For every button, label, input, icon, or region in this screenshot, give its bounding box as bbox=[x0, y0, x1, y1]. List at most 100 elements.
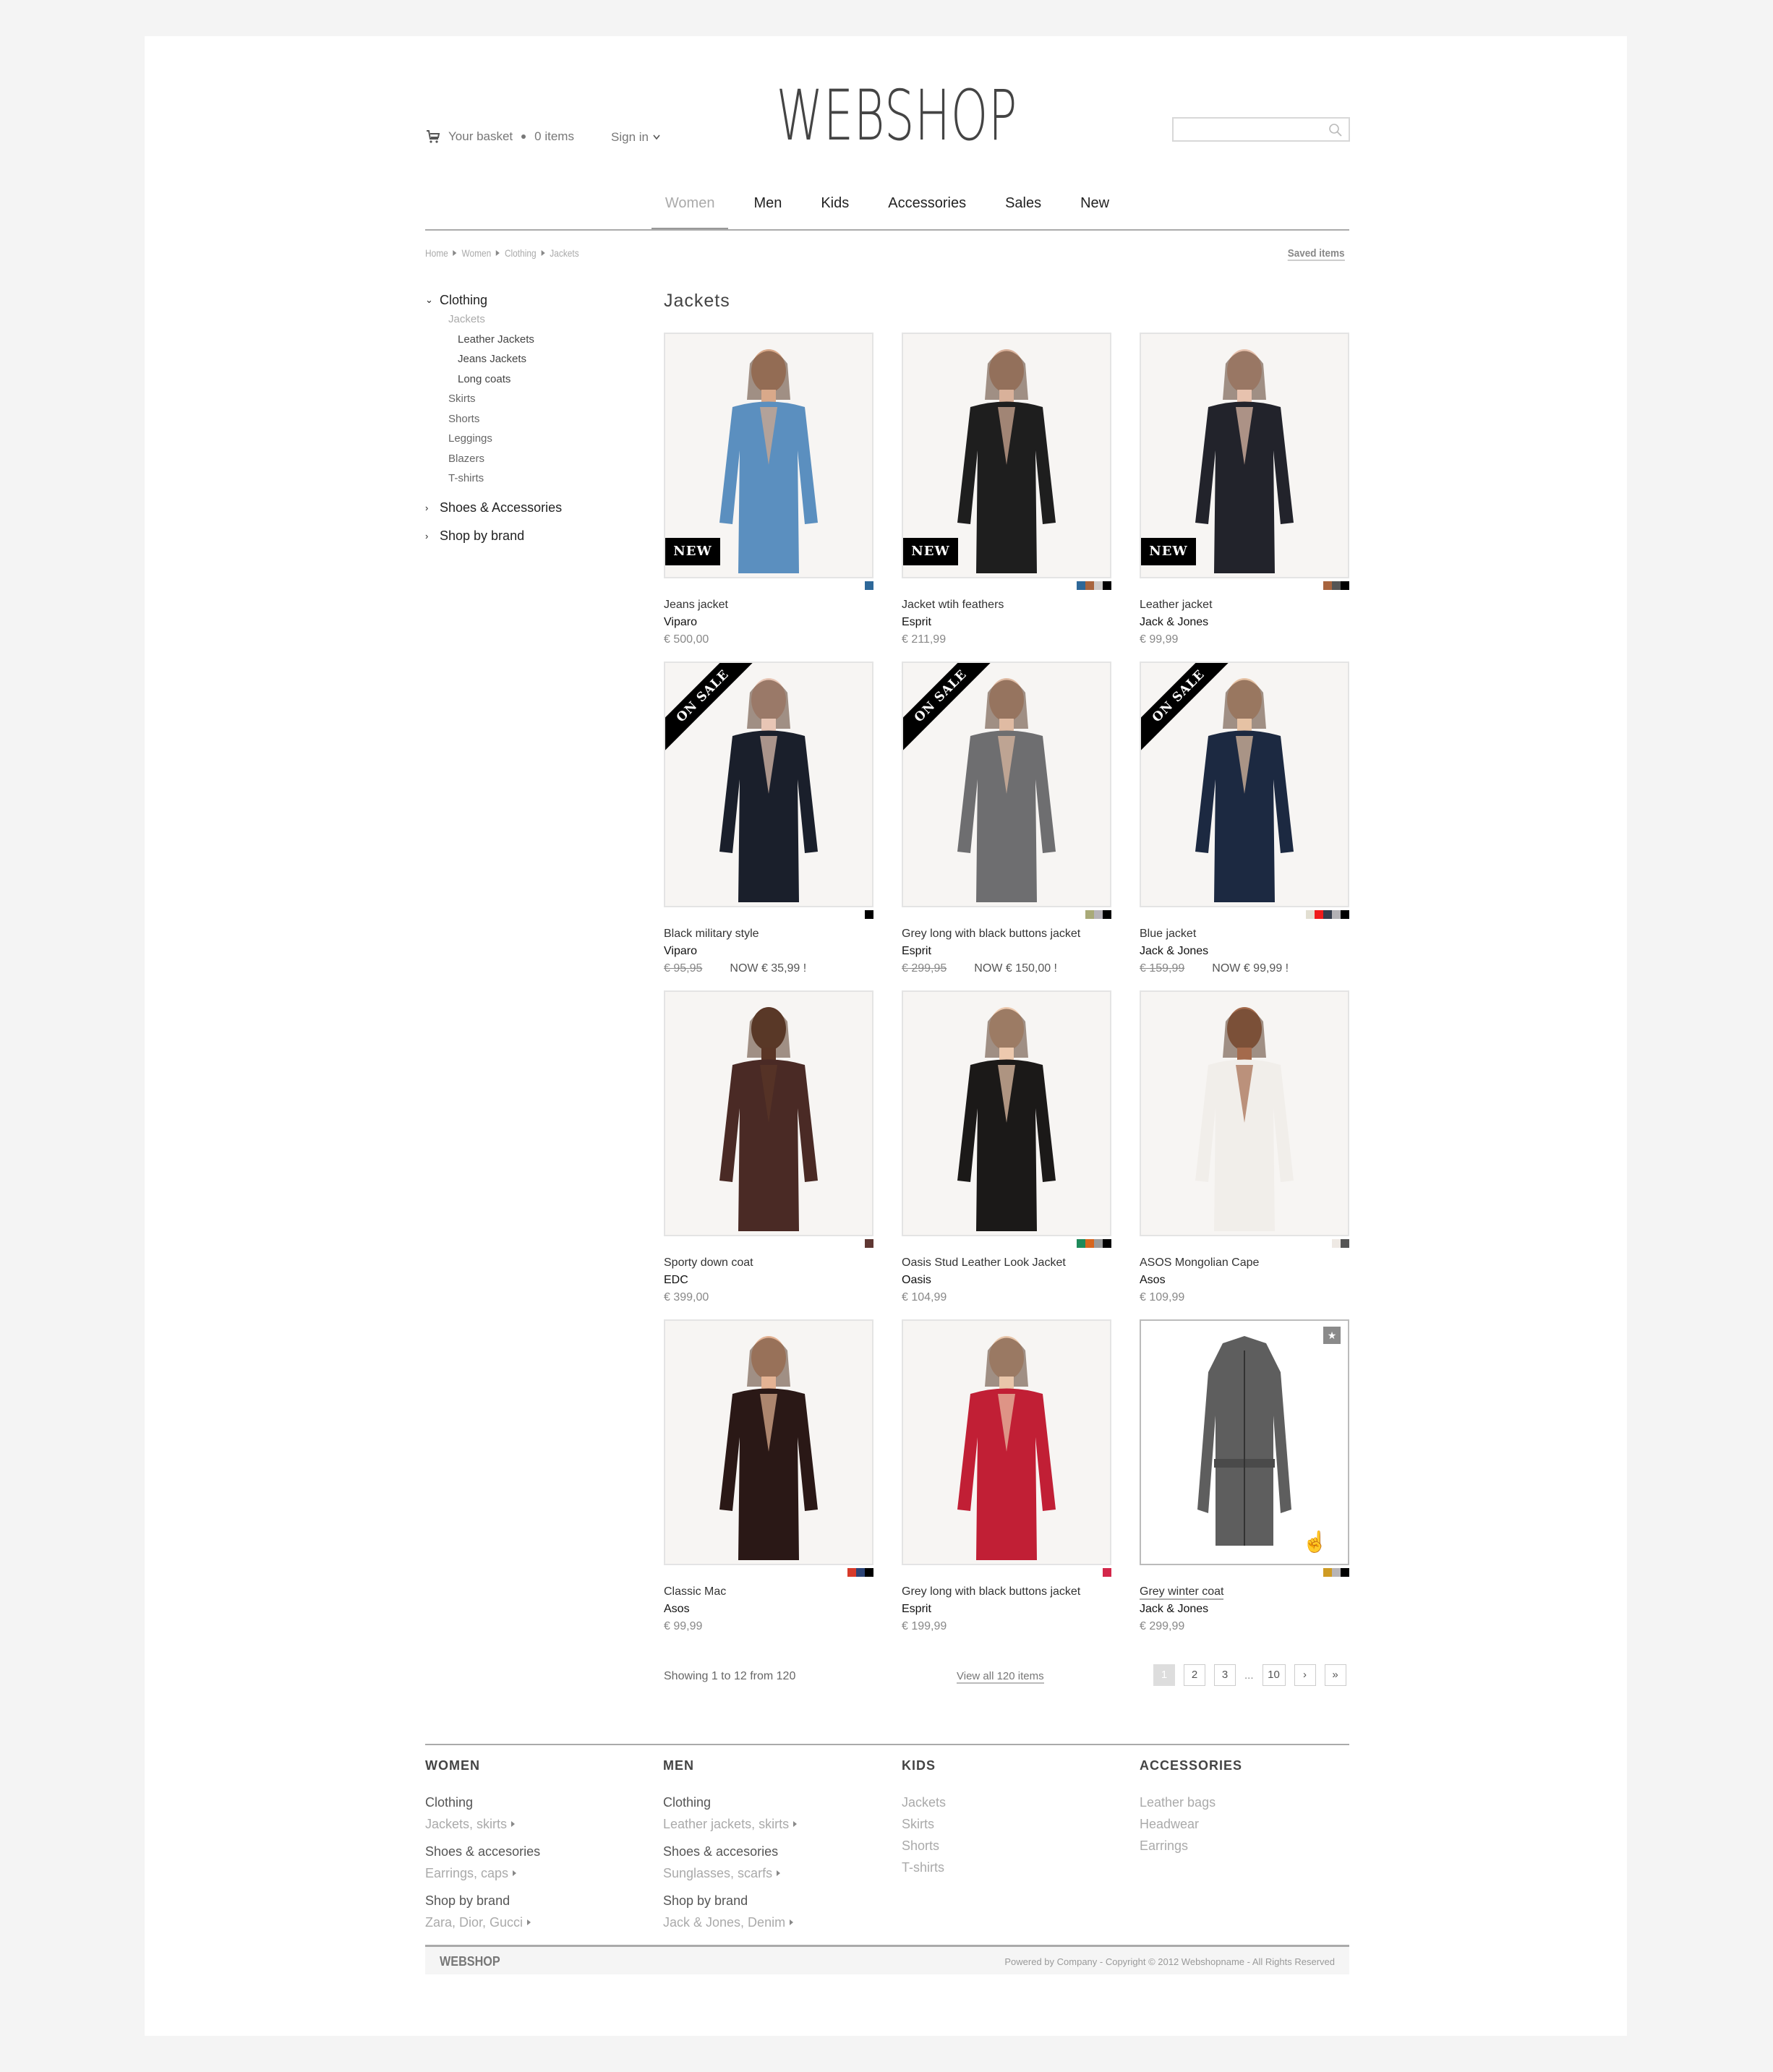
product-name[interactable]: Grey long with black buttons jacket bbox=[902, 928, 1080, 941]
product-image[interactable]: ON SALE bbox=[664, 662, 873, 907]
product-card[interactable]: ON SALE Black military style Viparo € 95,95… bbox=[664, 662, 873, 975]
product-image[interactable]: NEW bbox=[902, 333, 1111, 578]
footer-group-link[interactable]: Shoes & accesories bbox=[663, 1841, 894, 1862]
page-button-1[interactable]: 1 bbox=[1153, 1664, 1175, 1686]
product-image[interactable] bbox=[902, 1319, 1111, 1565]
product-image[interactable] bbox=[664, 990, 873, 1236]
color-swatch[interactable] bbox=[1306, 910, 1315, 919]
color-swatch[interactable] bbox=[1103, 581, 1111, 590]
color-swatch[interactable] bbox=[1077, 1239, 1085, 1248]
product-name[interactable]: Oasis Stud Leather Look Jacket bbox=[902, 1257, 1066, 1270]
view-all-link[interactable]: View all 120 items bbox=[957, 1670, 1044, 1684]
product-name[interactable]: Leather jacket bbox=[1140, 599, 1213, 612]
color-swatch[interactable] bbox=[865, 581, 873, 590]
nav-item-kids[interactable]: Kids bbox=[801, 195, 868, 229]
saved-items-link[interactable]: Saved items bbox=[1287, 247, 1345, 261]
footer-link[interactable]: Jackets bbox=[902, 1791, 1133, 1813]
footer-group-link[interactable]: Shop by brand bbox=[425, 1890, 657, 1912]
product-card[interactable]: ON SALE Blue jacket Jack & Jones € 159,99 NO… bbox=[1140, 662, 1349, 975]
footer-sub-link[interactable]: Jack & Jones, Denim bbox=[663, 1912, 894, 1933]
footer-sub-link[interactable]: Jackets, skirts bbox=[425, 1813, 657, 1835]
product-name[interactable]: Classic Mac bbox=[664, 1585, 726, 1598]
color-swatch[interactable] bbox=[1323, 1568, 1332, 1577]
basket-link[interactable]: Your basket 0 items bbox=[425, 129, 574, 145]
color-swatch[interactable] bbox=[1077, 581, 1085, 590]
product-card[interactable]: ASOS Mongolian Cape Asos € 109,99 bbox=[1140, 990, 1349, 1303]
sidebar-item-blazers[interactable]: Blazers bbox=[425, 449, 642, 469]
color-swatch[interactable] bbox=[1094, 1239, 1103, 1248]
color-swatch[interactable] bbox=[1103, 1568, 1111, 1577]
product-card[interactable]: ★ ☝ Grey winter coat Jack & Jones € 299,99 bbox=[1140, 1319, 1349, 1632]
color-swatch[interactable] bbox=[1103, 1239, 1111, 1248]
footer-sub-link[interactable]: Sunglasses, scarfs bbox=[663, 1862, 894, 1884]
page-button-3[interactable]: 3 bbox=[1214, 1664, 1236, 1686]
footer-link[interactable]: Leather bags bbox=[1140, 1791, 1371, 1813]
color-swatch[interactable] bbox=[1323, 581, 1332, 590]
product-card[interactable]: Oasis Stud Leather Look Jacket Oasis € 104… bbox=[902, 990, 1111, 1303]
footer-sub-link[interactable]: Leather jackets, skirts bbox=[663, 1813, 894, 1835]
color-swatch[interactable] bbox=[1332, 910, 1341, 919]
color-swatch[interactable] bbox=[1323, 910, 1332, 919]
logo[interactable]: WEBSHOP bbox=[777, 81, 1017, 150]
color-swatch[interactable] bbox=[1341, 1568, 1349, 1577]
page-button-last-number[interactable]: 10 bbox=[1262, 1664, 1286, 1686]
nav-item-new[interactable]: New bbox=[1061, 195, 1129, 229]
color-swatch[interactable] bbox=[1094, 581, 1103, 590]
product-image[interactable]: ON SALE bbox=[1140, 662, 1349, 907]
sidebar-subitem[interactable]: Leather Jackets bbox=[425, 330, 642, 350]
last-page-button[interactable]: » bbox=[1324, 1664, 1346, 1686]
sidebar-item-leggings[interactable]: Leggings bbox=[425, 429, 642, 449]
footer-group-link[interactable]: Clothing bbox=[425, 1791, 657, 1813]
color-swatch[interactable] bbox=[1341, 910, 1349, 919]
product-name[interactable]: Black military style bbox=[664, 928, 759, 941]
product-card[interactable]: Sporty down coat EDC € 399,00 bbox=[664, 990, 873, 1303]
search-input[interactable] bbox=[1174, 119, 1318, 140]
product-name[interactable]: Jacket wtih feathers bbox=[902, 599, 1004, 612]
sign-in-dropdown[interactable]: Sign in bbox=[611, 130, 660, 145]
product-image[interactable] bbox=[1140, 990, 1349, 1236]
color-swatch[interactable] bbox=[1341, 581, 1349, 590]
sidebar-clothing[interactable]: ⌄ Clothing bbox=[425, 291, 642, 309]
product-name[interactable]: Sporty down coat bbox=[664, 1257, 753, 1270]
nav-item-women[interactable]: Women bbox=[646, 195, 735, 231]
color-swatch[interactable] bbox=[1085, 581, 1094, 590]
star-icon[interactable]: ★ bbox=[1323, 1327, 1341, 1344]
page-button-2[interactable]: 2 bbox=[1184, 1664, 1205, 1686]
nav-item-accessories[interactable]: Accessories bbox=[868, 195, 986, 229]
color-swatch[interactable] bbox=[1085, 1239, 1094, 1248]
nav-item-men[interactable]: Men bbox=[734, 195, 801, 229]
sidebar-shoes-accessories[interactable]: › Shoes & Accessories bbox=[425, 499, 642, 518]
color-swatch[interactable] bbox=[1332, 1568, 1341, 1577]
search-icon[interactable] bbox=[1328, 123, 1343, 137]
sidebar-item-jackets[interactable]: Jackets bbox=[425, 309, 642, 330]
product-card[interactable]: Classic Mac Asos € 99,99 bbox=[664, 1319, 873, 1632]
footer-sub-link[interactable]: Zara, Dior, Gucci bbox=[425, 1912, 657, 1933]
product-name[interactable]: Grey long with black buttons jacket bbox=[902, 1585, 1080, 1598]
nav-item-sales[interactable]: Sales bbox=[986, 195, 1061, 229]
sidebar-subitem[interactable]: Long coats bbox=[425, 369, 642, 390]
footer-link[interactable]: Earrings bbox=[1140, 1835, 1371, 1857]
sidebar-subitem[interactable]: Jeans Jackets bbox=[425, 349, 642, 369]
footer-group-link[interactable]: Clothing bbox=[663, 1791, 894, 1813]
product-card[interactable]: NEW Jeans jacket Viparo € 500,00 bbox=[664, 333, 873, 646]
sidebar-shop-by-brand[interactable]: › Shop by brand bbox=[425, 527, 642, 546]
color-swatch[interactable] bbox=[865, 1239, 873, 1248]
color-swatch[interactable] bbox=[1094, 910, 1103, 919]
product-name[interactable]: Grey winter coat bbox=[1140, 1585, 1224, 1600]
footer-link[interactable]: Skirts bbox=[902, 1813, 1133, 1835]
color-swatch[interactable] bbox=[1103, 910, 1111, 919]
footer-group-link[interactable]: Shoes & accesories bbox=[425, 1841, 657, 1862]
product-card[interactable]: NEW Jacket wtih feathers Esprit € 211,99 bbox=[902, 333, 1111, 646]
product-image[interactable]: ★ ☝ bbox=[1140, 1319, 1349, 1565]
footer-group-link[interactable]: Shop by brand bbox=[663, 1890, 894, 1912]
product-image[interactable]: NEW bbox=[664, 333, 873, 578]
breadcrumb-item[interactable]: Women bbox=[461, 247, 491, 259]
footer-link[interactable]: T-shirts bbox=[902, 1857, 1133, 1878]
sidebar-item-t-shirts[interactable]: T-shirts bbox=[425, 468, 642, 489]
color-swatch[interactable] bbox=[1332, 581, 1341, 590]
next-page-button[interactable]: › bbox=[1294, 1664, 1316, 1686]
color-swatch[interactable] bbox=[1315, 910, 1323, 919]
product-name[interactable]: Jeans jacket bbox=[664, 599, 728, 612]
product-name[interactable]: Blue jacket bbox=[1140, 928, 1196, 941]
product-card[interactable]: ON SALE Grey long with black buttons jack… bbox=[902, 662, 1111, 975]
